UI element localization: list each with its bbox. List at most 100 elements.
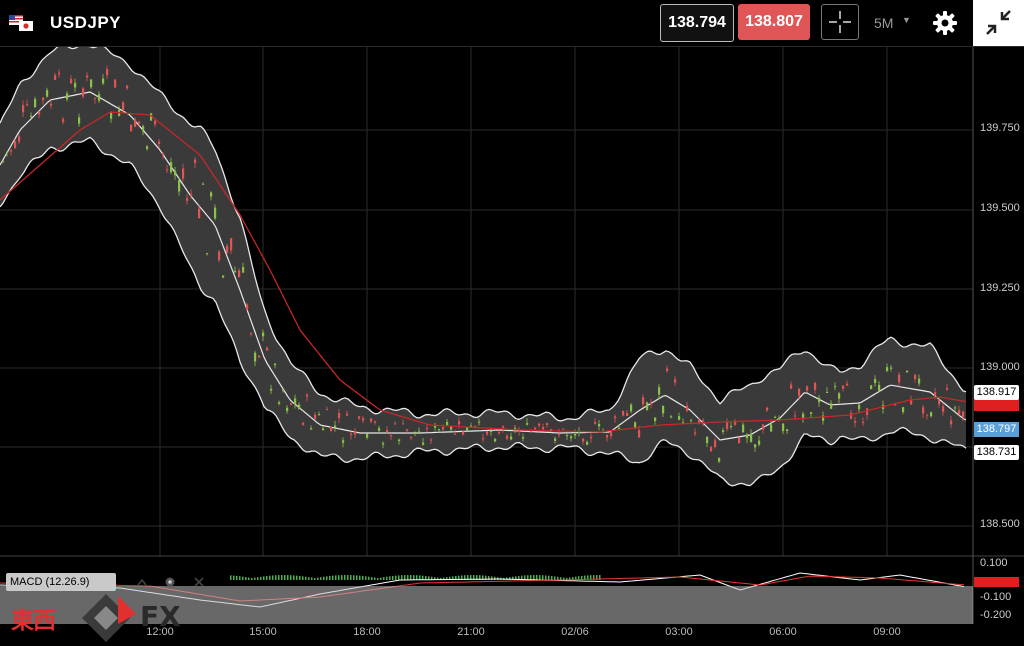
macd-histogram-bar (551, 576, 553, 580)
candle-body (82, 88, 85, 97)
candle-body (570, 436, 573, 439)
crosshair-button[interactable] (821, 4, 859, 40)
candle-body (946, 387, 949, 390)
candle-body (50, 103, 53, 106)
candle-body (342, 440, 345, 443)
candle-body (462, 431, 465, 435)
candle-body (26, 104, 29, 106)
settings-icon[interactable] (165, 577, 175, 587)
candle-body (106, 69, 109, 76)
candle-body (6, 151, 9, 153)
timeframe-selector[interactable]: 5M (874, 15, 893, 31)
candle-body (930, 412, 933, 417)
candle-body (170, 162, 173, 173)
candle-body (402, 423, 405, 425)
candle-body (202, 183, 205, 185)
macd-histogram-bar (368, 576, 370, 580)
candle-body (718, 457, 721, 462)
candle-body (54, 75, 57, 80)
macd-histogram-bar (245, 577, 247, 580)
candle-body (890, 367, 893, 369)
candle-body (546, 423, 549, 425)
candle-body (314, 414, 317, 419)
macd-indicator-label[interactable]: MACD (12.26.9) (6, 573, 116, 591)
candle-body (510, 436, 513, 440)
candle-body (398, 439, 401, 442)
candle-body (22, 105, 25, 113)
candle-body (250, 333, 253, 335)
symbol-label[interactable]: USDJPY (50, 13, 121, 33)
macd-histogram-bar (341, 575, 343, 580)
candle-body (434, 425, 437, 428)
candle-body (422, 442, 425, 445)
macd-histogram-bar (305, 576, 307, 580)
macd-histogram-bar (389, 576, 391, 580)
macd-histogram-bar (290, 575, 292, 580)
candle-body (78, 117, 81, 124)
macd-histogram-bar (386, 576, 388, 580)
candle-body (366, 433, 369, 438)
candle-body (542, 427, 545, 430)
macd-histogram-bar (299, 575, 301, 580)
candle-body (770, 424, 773, 432)
gear-icon[interactable] (932, 10, 958, 36)
macd-histogram (230, 575, 601, 580)
candle-body (246, 304, 249, 310)
macd-histogram-bar (557, 576, 559, 580)
candle-body (298, 404, 301, 410)
candle-body (338, 412, 341, 419)
macd-histogram-bar (542, 575, 544, 580)
candle-body (286, 407, 289, 412)
candle-body (98, 94, 101, 101)
candle-body (790, 384, 793, 389)
candle-body (866, 408, 869, 415)
candle-body (758, 440, 761, 445)
chevron-down-icon[interactable]: ▼ (902, 15, 911, 25)
candle-body (486, 431, 489, 435)
candle-body (490, 430, 493, 433)
macd-histogram-bar (401, 575, 403, 580)
macd-axis-label: 0.100 (980, 557, 1008, 569)
x-axis-label: 21:00 (457, 626, 485, 638)
candle-body (690, 419, 693, 421)
ask-price-button[interactable]: 138.807 (738, 4, 810, 40)
candle-body (290, 403, 293, 405)
macd-histogram-bar (554, 576, 556, 580)
macd-histogram-bar (416, 575, 418, 580)
candle-body (418, 431, 421, 433)
candle-body (358, 416, 361, 419)
candle-body (438, 429, 441, 431)
candle-body (190, 193, 193, 196)
macd-histogram-bar (311, 577, 313, 580)
candle-body (838, 393, 841, 399)
chevron-up-icon[interactable] (137, 578, 147, 586)
candle-body (374, 421, 377, 423)
candle-body (826, 392, 829, 394)
price-chart[interactable] (0, 0, 1024, 646)
macd-histogram-bar (347, 575, 349, 580)
candle-body (914, 374, 917, 380)
candle-body (454, 433, 457, 435)
candle-body (450, 426, 453, 430)
crosshair-icon (829, 11, 851, 33)
candle-body (574, 434, 577, 436)
candle-body (198, 208, 201, 219)
candle-body (114, 79, 117, 88)
collapse-button[interactable] (973, 0, 1024, 46)
candle-body (238, 270, 241, 278)
macd-histogram-bar (365, 576, 367, 580)
bid-price-button[interactable]: 138.794 (660, 4, 734, 42)
candle-body (618, 427, 621, 429)
macd-histogram-bar (536, 575, 538, 580)
candle-body (306, 394, 309, 397)
candle-body (910, 400, 913, 405)
candle-body (886, 367, 889, 371)
close-icon[interactable] (194, 577, 204, 587)
candle-body (674, 379, 677, 383)
candle-body (678, 416, 681, 420)
macd-histogram-bar (353, 575, 355, 580)
candle-body (582, 438, 585, 442)
candle-body (162, 153, 165, 155)
brand-logo-fx: FX (140, 600, 181, 633)
candle-body (350, 433, 353, 435)
